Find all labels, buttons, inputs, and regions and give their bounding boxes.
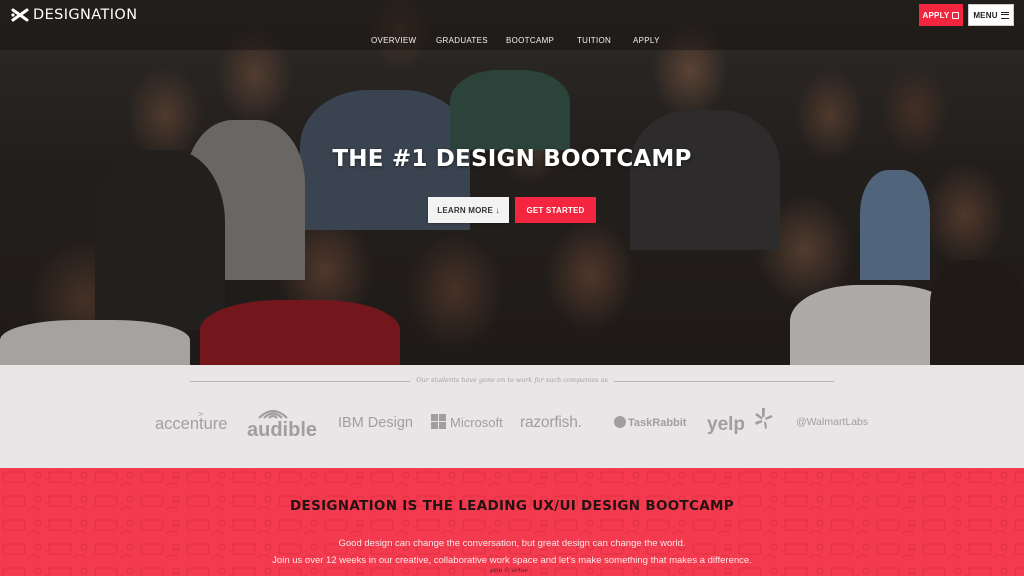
yelp-logo: yelp: [707, 414, 746, 435]
ibm-design-logo: IBM Design: [338, 415, 413, 431]
apply-button-label: APPLY: [922, 10, 950, 20]
get-started-button[interactable]: GET STARTED: [515, 197, 596, 223]
learn-more-button[interactable]: LEARN MORE ↓: [428, 197, 509, 223]
hamburger-icon: [1000, 11, 1009, 19]
microsoft-logo: Microsoft: [450, 415, 503, 430]
subnav-item-apply[interactable]: APPLY: [633, 36, 660, 45]
hero-title: THE #1 DESIGN BOOTCAMP: [332, 146, 692, 172]
promo-section: DESIGNATION IS THE LEADING UX/UI DESIGN …: [0, 468, 1024, 576]
subnav-item-graduates[interactable]: GRADUATES: [436, 36, 488, 45]
promo-title: DESIGNATION IS THE LEADING UX/UI DESIGN …: [290, 498, 734, 514]
taskrabbit-rabbit-icon: [614, 416, 626, 428]
menu-button[interactable]: MENU: [968, 4, 1014, 26]
accenture-chevron-icon: >: [198, 409, 204, 419]
walmartlabs-logo: @WalmartLabs: [796, 416, 869, 428]
subnav-item-tuition[interactable]: TUITION: [577, 36, 611, 45]
apply-button[interactable]: APPLY: [919, 4, 963, 26]
external-box-icon: [952, 11, 960, 19]
promo-text-line-2: Join us over 12 weeks in our creative, c…: [272, 555, 752, 566]
clients-caption: Our students have gone on to work for su…: [416, 376, 608, 384]
hero-section: DESIGNATION APPLY MENU OVERVIEW GRADUATE…: [0, 0, 1024, 365]
promo-text-line-1: Good design can change the conversation,…: [338, 538, 686, 549]
menu-button-label: MENU: [973, 10, 998, 20]
handwritten-signature: plan © virtue: [490, 568, 528, 574]
yelp-burst-icon: [755, 408, 773, 429]
microsoft-grid-icon: [431, 414, 447, 430]
designation-x-icon: [11, 8, 29, 22]
taskrabbit-logo: TaskRabbit: [628, 417, 687, 429]
accenture-logo: accenture: [155, 415, 228, 433]
subnav-item-overview[interactable]: OVERVIEW: [371, 36, 416, 45]
audible-logo: audible: [247, 419, 318, 441]
brand-name: DESIGNATION: [33, 7, 138, 23]
razorfish-logo: razorfish.: [520, 414, 582, 431]
section-subnav: OVERVIEW GRADUATES BOOTCAMP TUITION APPL…: [0, 36, 1024, 48]
audible-waves-icon: [258, 409, 288, 419]
subnav-item-bootcamp[interactable]: BOOTCAMP: [506, 36, 554, 45]
hero-overlay: [0, 0, 1024, 365]
client-logos-strip: Our students have gone on to work for su…: [0, 365, 1024, 468]
brand-logo[interactable]: DESIGNATION: [11, 7, 137, 23]
